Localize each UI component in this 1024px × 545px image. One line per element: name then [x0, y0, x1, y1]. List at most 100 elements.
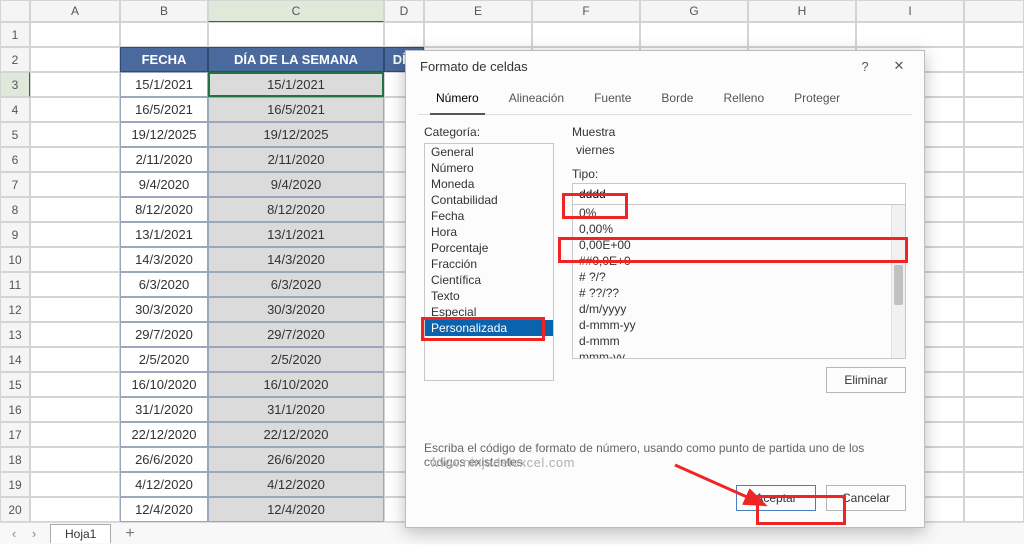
dialog-help-button[interactable]: ?: [848, 53, 882, 79]
row-header[interactable]: 12: [0, 297, 30, 322]
col-extra[interactable]: [964, 0, 1024, 22]
cell[interactable]: [30, 72, 120, 97]
cell[interactable]: 29/7/2020: [208, 322, 384, 347]
tab-numero[interactable]: Número: [430, 85, 485, 115]
cell[interactable]: [30, 397, 120, 422]
col-H[interactable]: H: [748, 0, 856, 22]
col-G[interactable]: G: [640, 0, 748, 22]
cell[interactable]: 2/5/2020: [120, 347, 208, 372]
cell[interactable]: 9/4/2020: [120, 172, 208, 197]
tab-relleno[interactable]: Relleno: [717, 85, 770, 114]
cell[interactable]: [964, 247, 1024, 272]
cell[interactable]: [532, 22, 640, 47]
type-item[interactable]: # ??/??: [573, 285, 905, 301]
row-header[interactable]: 2: [0, 47, 30, 72]
category-list[interactable]: GeneralNúmeroMonedaContabilidadFechaHora…: [424, 143, 554, 381]
cell[interactable]: 15/1/2021: [208, 72, 384, 97]
cell[interactable]: 26/6/2020: [208, 447, 384, 472]
type-item[interactable]: mmm-yy: [573, 349, 905, 359]
cell[interactable]: 8/12/2020: [208, 197, 384, 222]
category-item[interactable]: Personalizada: [425, 320, 553, 336]
cell[interactable]: 19/12/2025: [208, 122, 384, 147]
cell[interactable]: [30, 172, 120, 197]
row-header[interactable]: 10: [0, 247, 30, 272]
category-item[interactable]: Texto: [425, 288, 553, 304]
cell[interactable]: [964, 22, 1024, 47]
cell[interactable]: [30, 97, 120, 122]
cell[interactable]: [964, 222, 1024, 247]
cell[interactable]: 19/12/2025: [120, 122, 208, 147]
col-F[interactable]: F: [532, 0, 640, 22]
sheet-tab-hoja1[interactable]: Hoja1: [50, 524, 111, 543]
type-item[interactable]: d/m/yyyy: [573, 301, 905, 317]
type-item[interactable]: d-mmm-yy: [573, 317, 905, 333]
cell[interactable]: 14/3/2020: [120, 247, 208, 272]
type-item[interactable]: d-mmm: [573, 333, 905, 349]
cell[interactable]: [384, 22, 424, 47]
cell[interactable]: [964, 122, 1024, 147]
tab-borde[interactable]: Borde: [655, 85, 699, 114]
cancelar-button[interactable]: Cancelar: [826, 485, 906, 511]
cell[interactable]: 12/4/2020: [208, 497, 384, 522]
eliminar-button[interactable]: Eliminar: [826, 367, 906, 393]
cell[interactable]: [30, 122, 120, 147]
category-item[interactable]: Número: [425, 160, 553, 176]
row-header[interactable]: 7: [0, 172, 30, 197]
category-item[interactable]: Moneda: [425, 176, 553, 192]
cell[interactable]: 26/6/2020: [120, 447, 208, 472]
dialog-close-button[interactable]: ✕: [882, 53, 916, 79]
category-item[interactable]: Porcentaje: [425, 240, 553, 256]
cell[interactable]: [30, 422, 120, 447]
category-item[interactable]: Fecha: [425, 208, 553, 224]
row-header[interactable]: 14: [0, 347, 30, 372]
col-B[interactable]: B: [120, 0, 208, 22]
row-header[interactable]: 13: [0, 322, 30, 347]
col-C[interactable]: C: [208, 0, 384, 22]
row-header[interactable]: 8: [0, 197, 30, 222]
tab-alineacion[interactable]: Alineación: [503, 85, 570, 114]
cell[interactable]: 15/1/2021: [120, 72, 208, 97]
type-list-scrollbar[interactable]: [891, 205, 905, 358]
tipo-input[interactable]: [572, 183, 906, 205]
cell[interactable]: 2/11/2020: [120, 147, 208, 172]
cell[interactable]: [856, 22, 964, 47]
cell[interactable]: 31/1/2020: [208, 397, 384, 422]
type-item[interactable]: 0,00E+00: [573, 237, 905, 253]
cell[interactable]: 2/11/2020: [208, 147, 384, 172]
cell[interactable]: [30, 22, 120, 47]
cell[interactable]: 22/12/2020: [120, 422, 208, 447]
cell[interactable]: 30/3/2020: [208, 297, 384, 322]
cell[interactable]: 13/1/2021: [120, 222, 208, 247]
cell[interactable]: [964, 97, 1024, 122]
type-item[interactable]: 0,00%: [573, 221, 905, 237]
cell[interactable]: [964, 197, 1024, 222]
cell[interactable]: 8/12/2020: [120, 197, 208, 222]
cell[interactable]: 16/10/2020: [120, 372, 208, 397]
cell[interactable]: [208, 22, 384, 47]
col-D[interactable]: D: [384, 0, 424, 22]
row-header[interactable]: 15: [0, 372, 30, 397]
sheet-nav-prev[interactable]: ‹: [4, 525, 24, 543]
cell[interactable]: [30, 322, 120, 347]
row-header[interactable]: 5: [0, 122, 30, 147]
cell[interactable]: [964, 297, 1024, 322]
tab-fuente[interactable]: Fuente: [588, 85, 637, 114]
cell[interactable]: 9/4/2020: [208, 172, 384, 197]
row-header[interactable]: 18: [0, 447, 30, 472]
cell[interactable]: FECHA: [120, 47, 208, 72]
col-E[interactable]: E: [424, 0, 532, 22]
row-header[interactable]: 20: [0, 497, 30, 522]
category-item[interactable]: Hora: [425, 224, 553, 240]
type-list[interactable]: 0%0,00%0,00E+00##0,0E+0# ?/?# ??/??d/m/y…: [572, 205, 906, 359]
cell[interactable]: DÍA DE LA SEMANA: [208, 47, 384, 72]
row-header[interactable]: 3: [0, 72, 30, 97]
cell[interactable]: 6/3/2020: [120, 272, 208, 297]
cell[interactable]: [30, 347, 120, 372]
cell[interactable]: [30, 222, 120, 247]
cell[interactable]: 30/3/2020: [120, 297, 208, 322]
cell[interactable]: 4/12/2020: [208, 472, 384, 497]
row-header[interactable]: 4: [0, 97, 30, 122]
cell[interactable]: [964, 172, 1024, 197]
cell[interactable]: [964, 147, 1024, 172]
cell[interactable]: [964, 47, 1024, 72]
